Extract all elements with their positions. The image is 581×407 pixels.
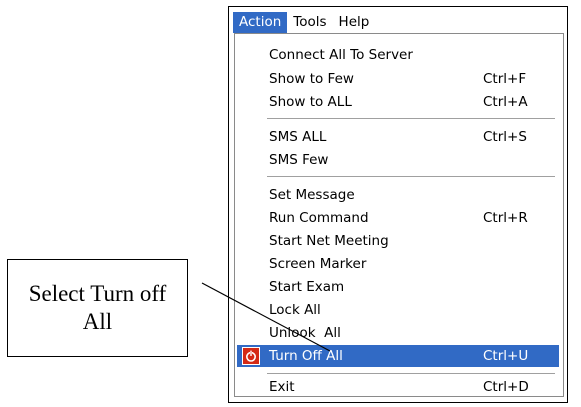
callout-leader-line bbox=[201, 282, 331, 352]
